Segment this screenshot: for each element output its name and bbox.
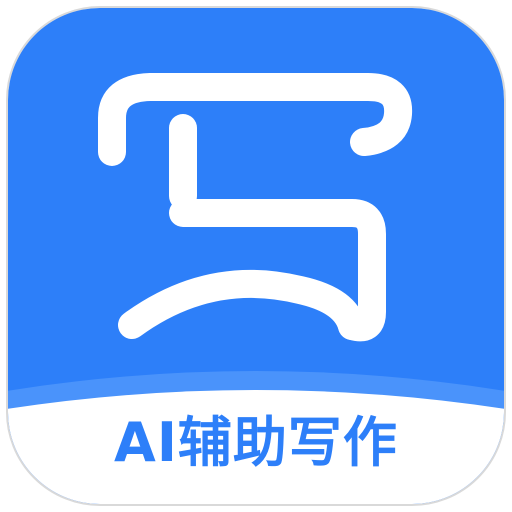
app-icon[interactable]: AI辅助写作	[0, 0, 512, 512]
app-caption: AI辅助写作	[114, 411, 398, 474]
